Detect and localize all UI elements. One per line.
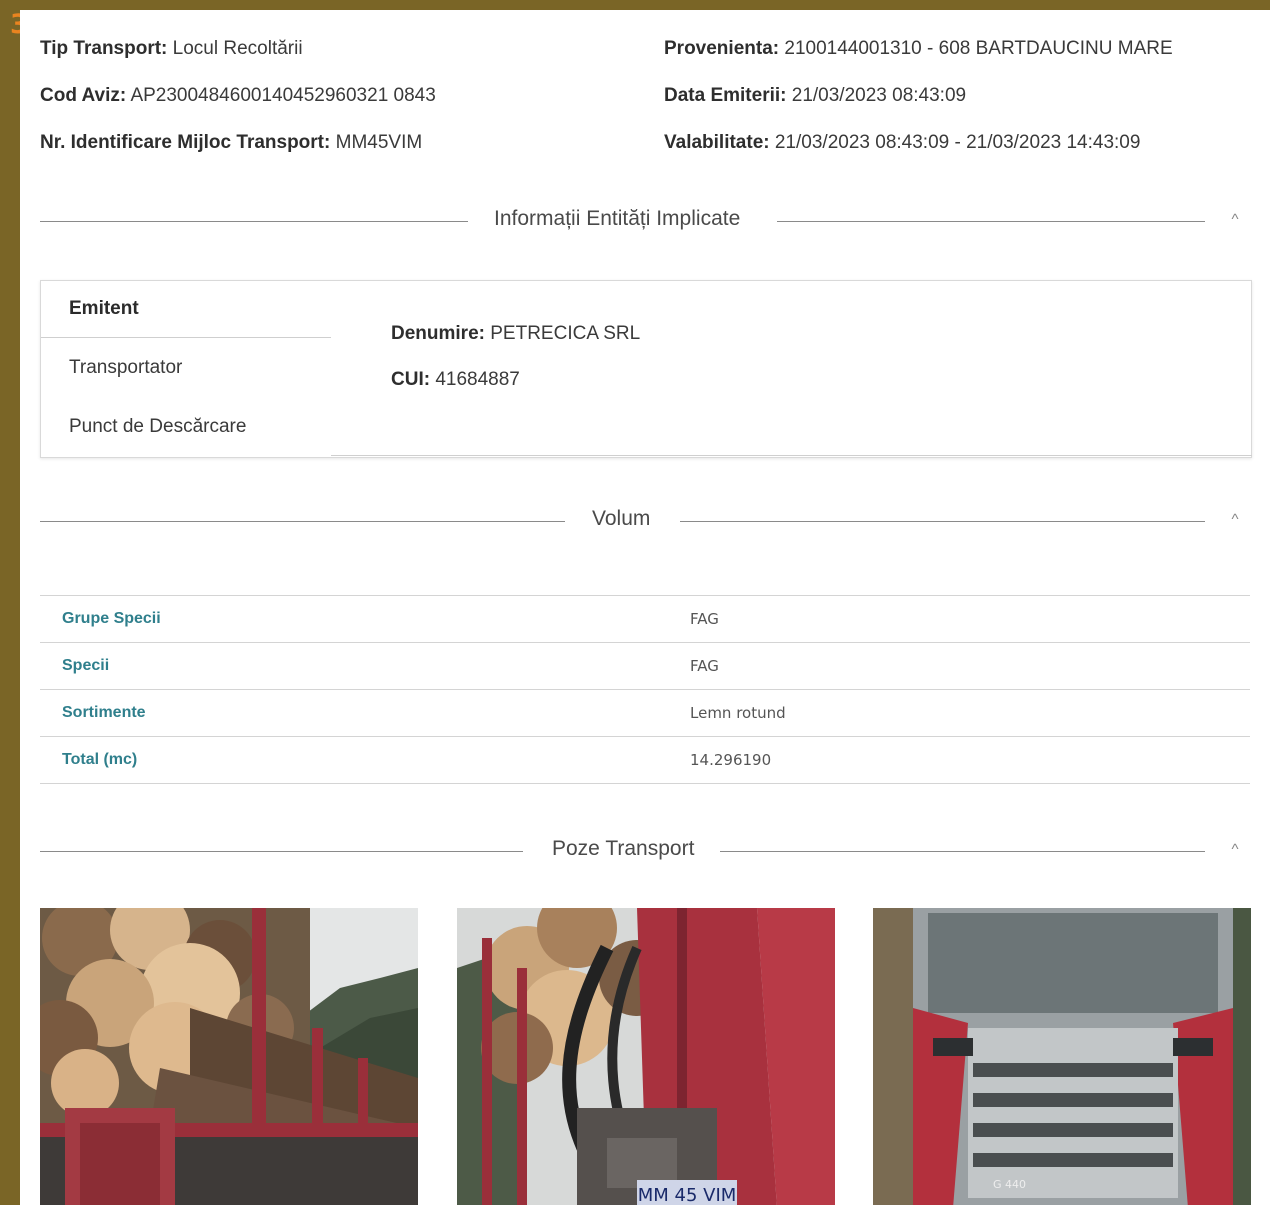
info-label: Valabilitate: [664, 132, 770, 153]
info-label: Cod Aviz: [40, 85, 127, 106]
info-cod-aviz: Cod Aviz: AP2300484600140452960321 0843 [40, 85, 436, 107]
section-title: Volum [592, 507, 651, 530]
info-label: Tip Transport: [40, 38, 168, 59]
photo-truck-crane[interactable]: MM 45 VIM [457, 908, 835, 1205]
photo-logs-on-truck[interactable] [40, 908, 418, 1205]
chevron-up-icon[interactable]: ^ [1224, 839, 1246, 861]
transport-details-panel: Tip Transport: Locul Recoltării Cod Aviz… [20, 10, 1270, 1205]
info-value: AP2300484600140452960321 0843 [130, 85, 436, 106]
divider-line [40, 221, 468, 222]
entity-tabs-box: Emitent Transportator Punct de Descărcar… [40, 280, 1252, 458]
tab-punct-descarcare[interactable]: Punct de Descărcare [41, 399, 331, 455]
row-value: 14.296190 [690, 751, 772, 769]
section-title: Informații Entități Implicate [494, 207, 741, 230]
row-value: FAG [690, 610, 719, 628]
detail-label: CUI: [391, 369, 431, 390]
divider-line [777, 221, 1205, 222]
info-value: 21/03/2023 08:43:09 - 21/03/2023 14:43:0… [774, 132, 1141, 153]
info-tip-transport: Tip Transport: Locul Recoltării [40, 38, 303, 60]
row-label: Sortimente [62, 704, 146, 721]
table-row: Grupe Specii FAG [40, 595, 1250, 643]
info-value: Locul Recoltării [172, 38, 303, 59]
tab-transportator[interactable]: Transportator [41, 340, 331, 396]
detail-value: 41684887 [435, 369, 520, 390]
row-label: Specii [62, 657, 110, 674]
info-valabilitate: Valabilitate: 21/03/2023 08:43:09 - 21/0… [664, 132, 1140, 154]
detail-value: PETRECICA SRL [490, 323, 641, 344]
tab-label: Emitent [69, 298, 139, 319]
row-label: Total (mc) [62, 751, 138, 768]
section-header-entities[interactable]: Informații Entități Implicate ^ [40, 204, 1250, 238]
info-nr-identificare: Nr. Identificare Mijloc Transport: MM45V… [40, 132, 422, 154]
info-value: 21/03/2023 08:43:09 [791, 85, 967, 106]
detail-cui: CUI: 41684887 [391, 369, 520, 391]
tab-divider [41, 337, 331, 338]
info-data-emiterii: Data Emiterii: 21/03/2023 08:43:09 [664, 85, 966, 107]
table-row: Specii FAG [40, 642, 1250, 690]
table-row: Total (mc) 14.296190 [40, 736, 1250, 784]
photo-truck-cab[interactable]: G 440 [873, 908, 1251, 1205]
info-label: Nr. Identificare Mijloc Transport: [40, 132, 331, 153]
tab-emitent[interactable]: Emitent [41, 281, 331, 337]
tab-label: Punct de Descărcare [69, 416, 247, 437]
info-value: MM45VIM [335, 132, 423, 153]
row-value: Lemn rotund [690, 704, 786, 722]
section-header-volum[interactable]: Volum ^ [40, 504, 1250, 538]
volume-table: Grupe Specii FAG Specii FAG Sortimente L… [40, 595, 1250, 784]
section-header-poze[interactable]: Poze Transport ^ [40, 834, 1250, 868]
info-provenienta: Provenienta: 2100144001310 - 608 BARTDAU… [664, 38, 1173, 60]
chevron-up-icon[interactable]: ^ [1224, 509, 1246, 531]
info-label: Provenienta: [664, 38, 780, 59]
license-plate-text: MM 45 VIM [638, 1185, 737, 1205]
section-title: Poze Transport [552, 837, 695, 860]
tab-label: Transportator [69, 357, 183, 378]
info-value: 2100144001310 - 608 BARTDAUCINU MARE [784, 38, 1173, 59]
info-label: Data Emiterii: [664, 85, 787, 106]
divider-line [40, 521, 565, 522]
model-badge-text: G 440 [993, 1178, 1026, 1191]
chevron-up-icon[interactable]: ^ [1224, 209, 1246, 231]
table-row: Sortimente Lemn rotund [40, 689, 1250, 737]
row-value: FAG [690, 657, 719, 675]
detail-label: Denumire: [391, 323, 485, 344]
detail-denumire: Denumire: PETRECICA SRL [391, 323, 640, 345]
row-label: Grupe Specii [62, 610, 161, 627]
divider-line [720, 851, 1205, 852]
divider-line [680, 521, 1205, 522]
divider-line [40, 851, 523, 852]
tab-content-border [331, 455, 1252, 456]
